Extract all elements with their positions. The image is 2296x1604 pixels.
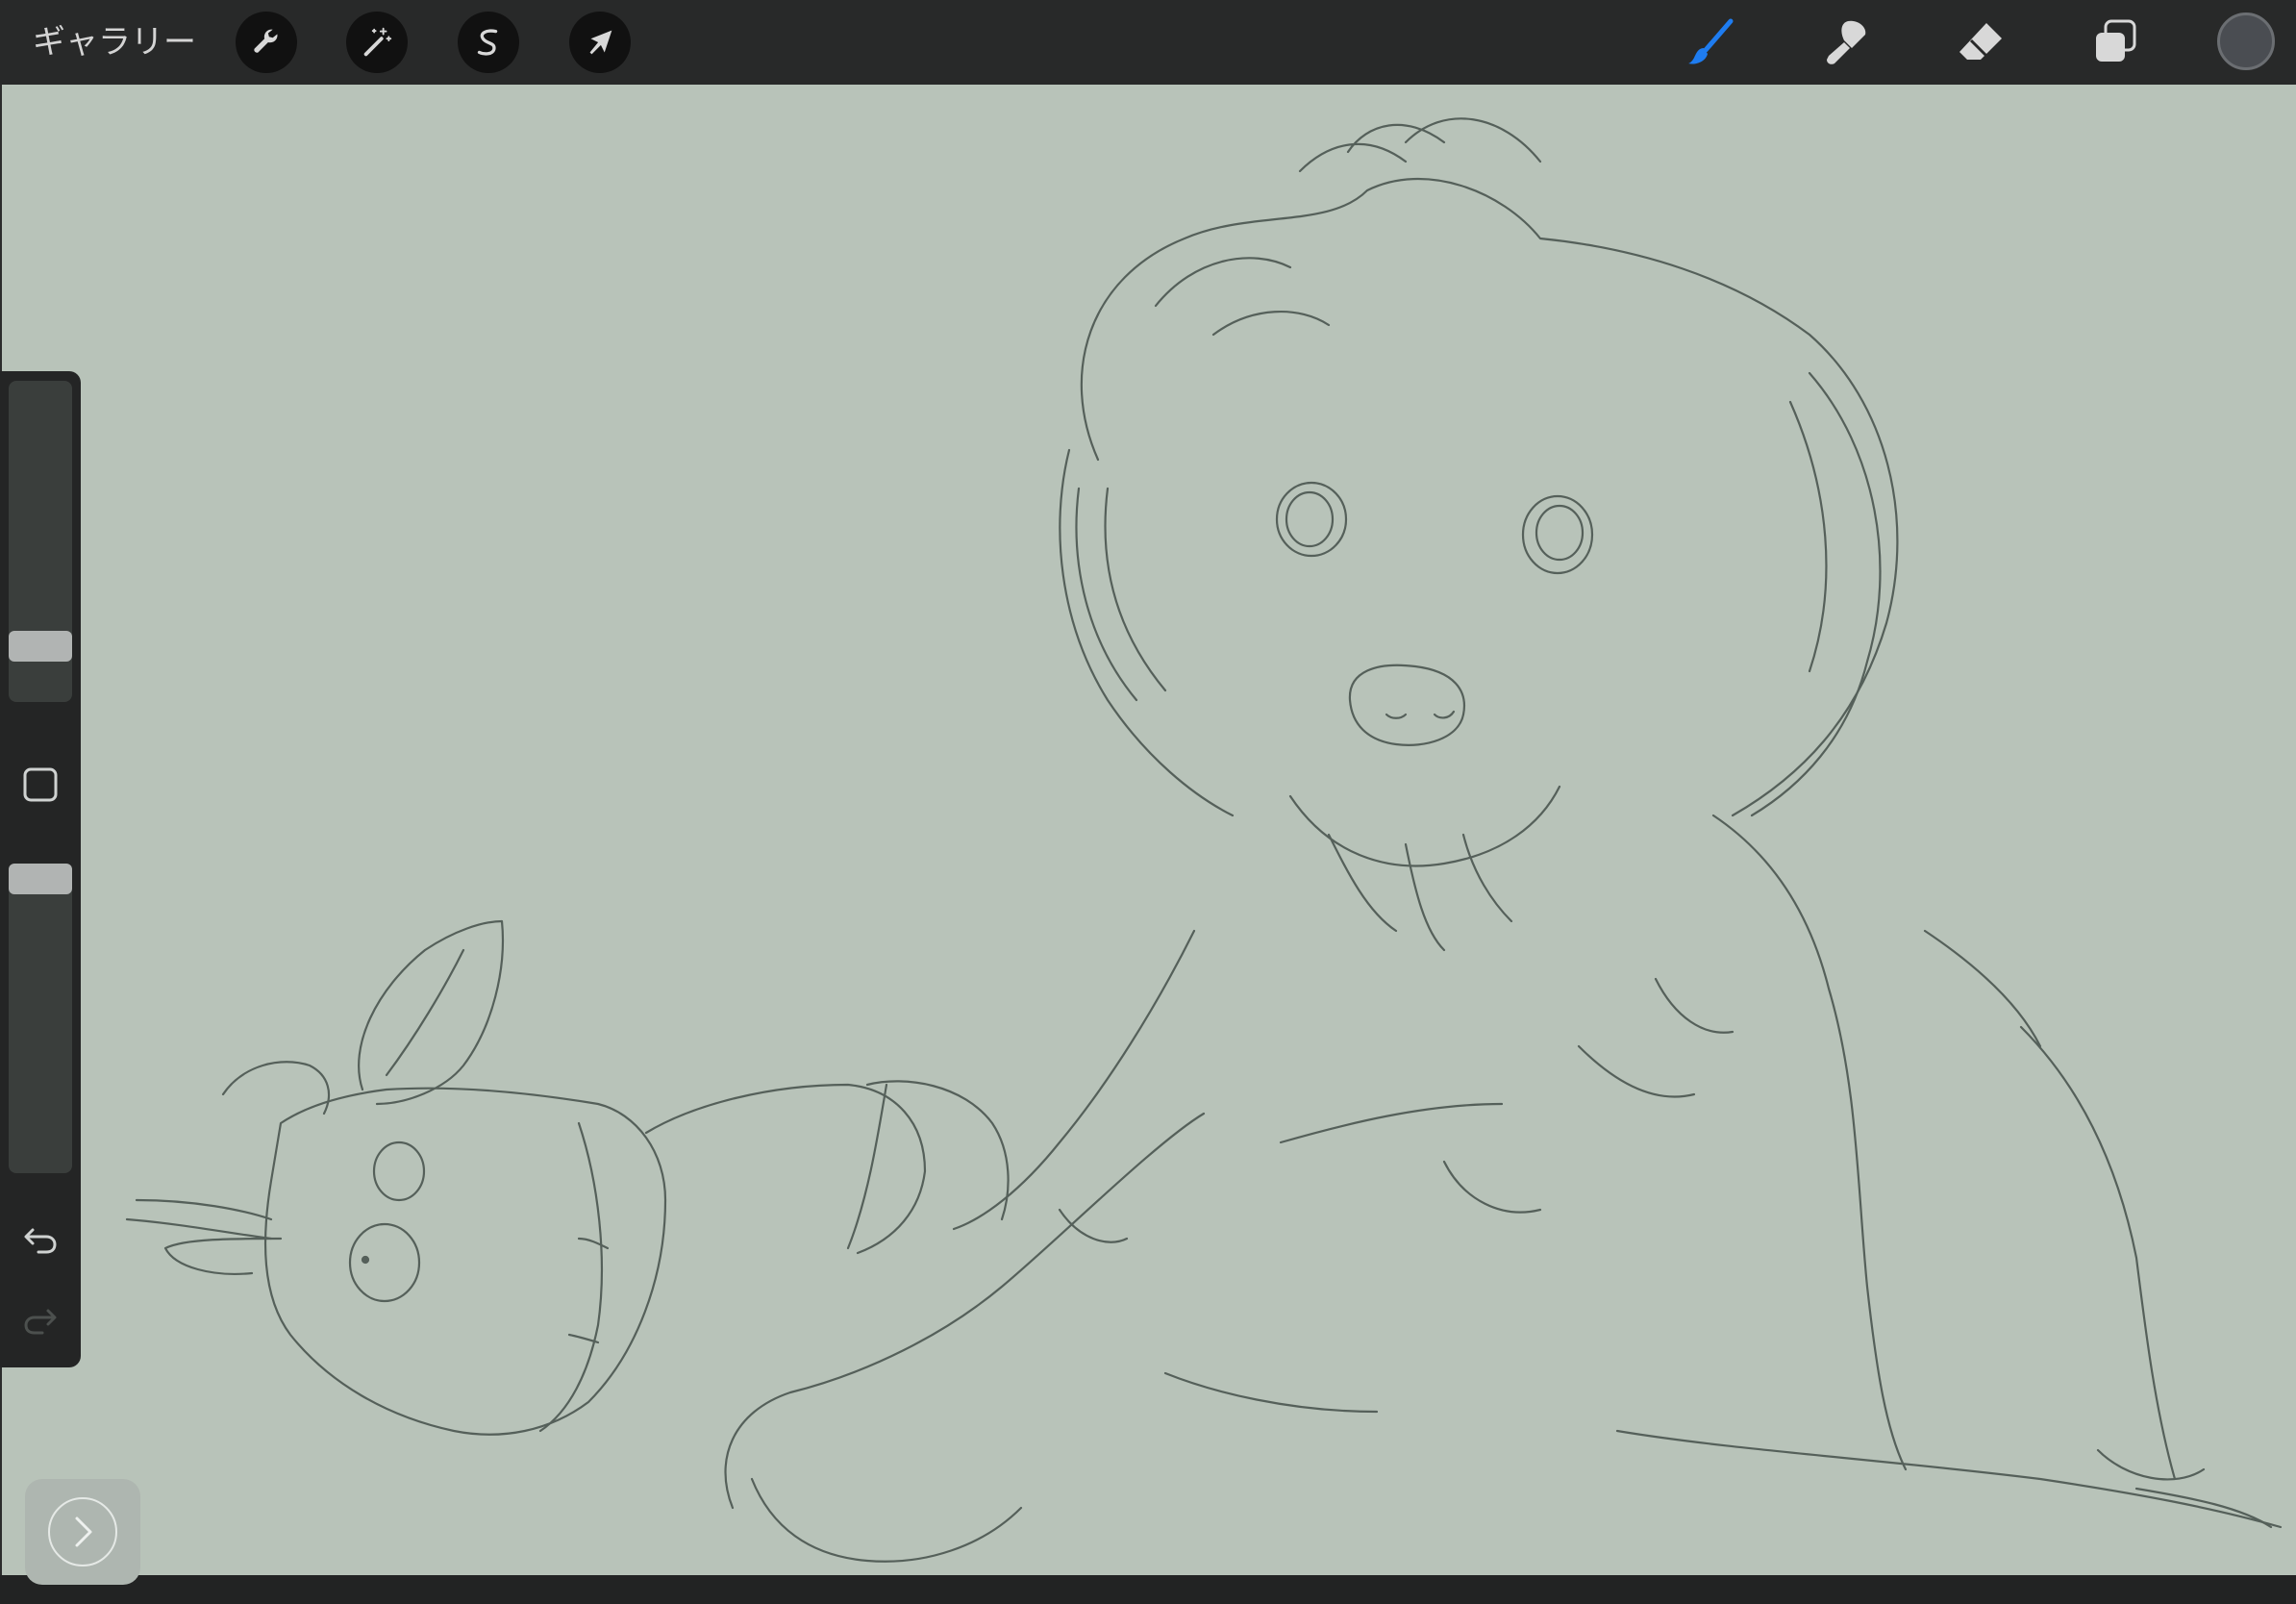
quick-menu-circle bbox=[48, 1497, 117, 1566]
quick-menu-button[interactable] bbox=[25, 1479, 140, 1585]
selection-button[interactable] bbox=[458, 12, 519, 73]
square-icon bbox=[23, 767, 58, 802]
gallery-button[interactable]: ギャラリー bbox=[33, 19, 196, 65]
eraser-icon bbox=[1959, 23, 2002, 60]
actions-button[interactable] bbox=[236, 12, 297, 73]
magic-wand-icon bbox=[363, 27, 392, 57]
brush-opacity-slider[interactable] bbox=[9, 864, 72, 1173]
side-toolbar bbox=[0, 371, 81, 1367]
layers-icon bbox=[2096, 19, 2136, 62]
adjustments-button[interactable] bbox=[346, 12, 408, 73]
selection-s-icon bbox=[477, 29, 498, 56]
smudge-button[interactable] bbox=[1817, 13, 1875, 71]
redo-icon bbox=[24, 1309, 57, 1335]
redo-button[interactable] bbox=[16, 1296, 64, 1344]
chevron-right-icon bbox=[75, 1516, 92, 1547]
arrow-cursor-icon bbox=[589, 30, 612, 55]
brush-opacity-thumb[interactable] bbox=[9, 864, 72, 894]
top-toolbar: ギャラリー bbox=[0, 0, 2296, 85]
bottom-bar bbox=[0, 1575, 2296, 1604]
wrench-icon bbox=[254, 29, 278, 53]
brush-icon bbox=[1688, 18, 1734, 64]
modify-button[interactable] bbox=[21, 765, 60, 804]
transform-button[interactable] bbox=[569, 12, 631, 73]
brush-size-thumb[interactable] bbox=[9, 630, 72, 662]
brush-button[interactable] bbox=[1683, 13, 1740, 71]
undo-button[interactable] bbox=[16, 1216, 64, 1264]
layers-button[interactable] bbox=[2086, 13, 2144, 71]
smudge-icon bbox=[1827, 20, 1866, 64]
drawing-canvas[interactable] bbox=[2, 85, 2296, 1575]
dog-sketch bbox=[125, 117, 2283, 1563]
undo-icon bbox=[24, 1228, 57, 1254]
color-picker-button[interactable] bbox=[2217, 13, 2275, 70]
eraser-button[interactable] bbox=[1952, 13, 2009, 71]
